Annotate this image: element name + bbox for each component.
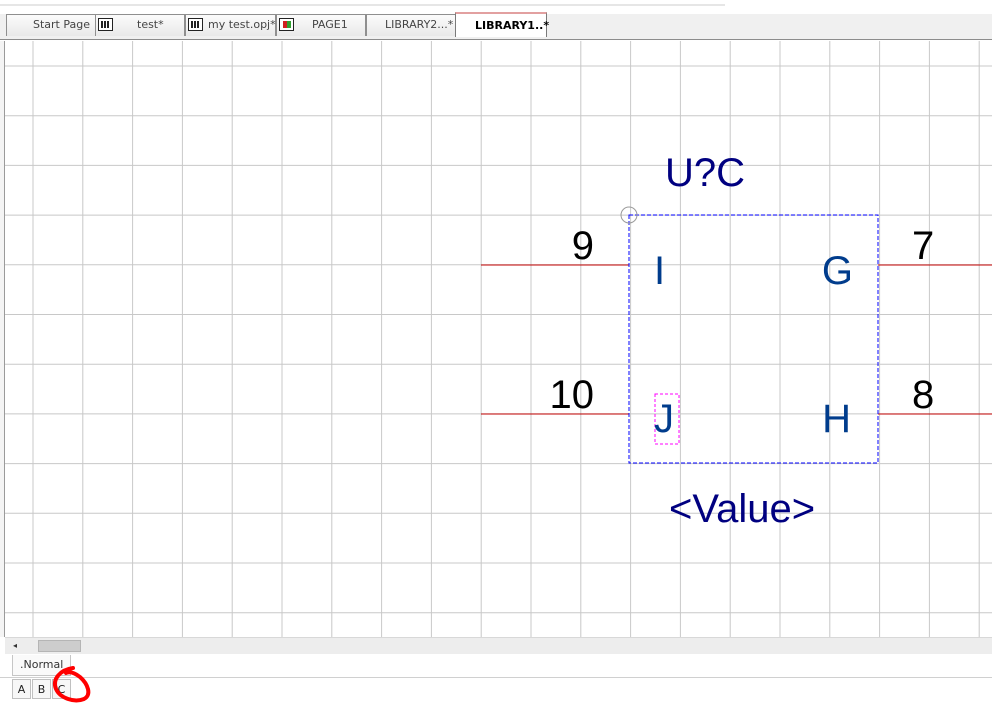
page-tab-b[interactable]: B xyxy=(32,679,51,699)
document-tab-bar: Start Page test* my test.opj* PAGE1 LIBR… xyxy=(0,12,992,40)
page-tab-c[interactable]: C xyxy=(52,679,71,699)
tab-label: LIBRARY2...* xyxy=(385,18,454,31)
part-reference[interactable]: U?C xyxy=(665,151,745,195)
view-tab-bar: .Normal xyxy=(0,654,992,678)
tab-label: my test.opj* xyxy=(208,18,276,31)
calc-icon xyxy=(188,18,203,31)
tab-label: Start Page xyxy=(33,18,90,31)
pin-name-h[interactable]: H xyxy=(822,397,851,441)
tab-label: PAGE1 xyxy=(312,18,348,31)
schematic-page-icon xyxy=(279,18,294,31)
tab-normal-view[interactable]: .Normal xyxy=(12,655,72,676)
tab-label: test* xyxy=(137,18,164,31)
grid xyxy=(5,41,992,637)
tab-test[interactable]: test* xyxy=(95,14,185,36)
tab-start-page[interactable]: Start Page xyxy=(6,14,96,36)
tab-page1[interactable]: PAGE1 xyxy=(276,14,366,36)
pin-name-g[interactable]: G xyxy=(822,249,853,293)
calc-icon xyxy=(98,18,113,31)
pin-number-7[interactable]: 7 xyxy=(912,224,934,268)
pin-number-10[interactable]: 10 xyxy=(550,373,595,417)
schematic-drawing: U?C <Value> 9 10 7 8 I J G H xyxy=(5,41,992,637)
page-tab-bar: A B C xyxy=(0,678,992,705)
tab-my-test-opj[interactable]: my test.opj* xyxy=(185,14,276,36)
schematic-canvas[interactable]: U?C <Value> 9 10 7 8 I J G H xyxy=(5,41,992,637)
pin-name-i[interactable]: I xyxy=(654,249,665,293)
pin-number-8[interactable]: 8 xyxy=(912,373,934,417)
tab-library2[interactable]: LIBRARY2...* xyxy=(366,14,456,36)
tab-label: LIBRARY1..* xyxy=(475,19,550,32)
scrollbar-thumb[interactable] xyxy=(38,640,81,652)
pin-number-9[interactable]: 9 xyxy=(572,224,594,268)
page-tab-a[interactable]: A xyxy=(12,679,31,699)
tab-library1[interactable]: LIBRARY1..* xyxy=(455,12,550,37)
pin-name-j[interactable]: J xyxy=(654,397,674,441)
scroll-left-icon[interactable]: ◂ xyxy=(13,641,17,651)
part-value[interactable]: <Value> xyxy=(669,487,815,531)
horizontal-scrollbar[interactable]: ◂ xyxy=(5,637,992,654)
